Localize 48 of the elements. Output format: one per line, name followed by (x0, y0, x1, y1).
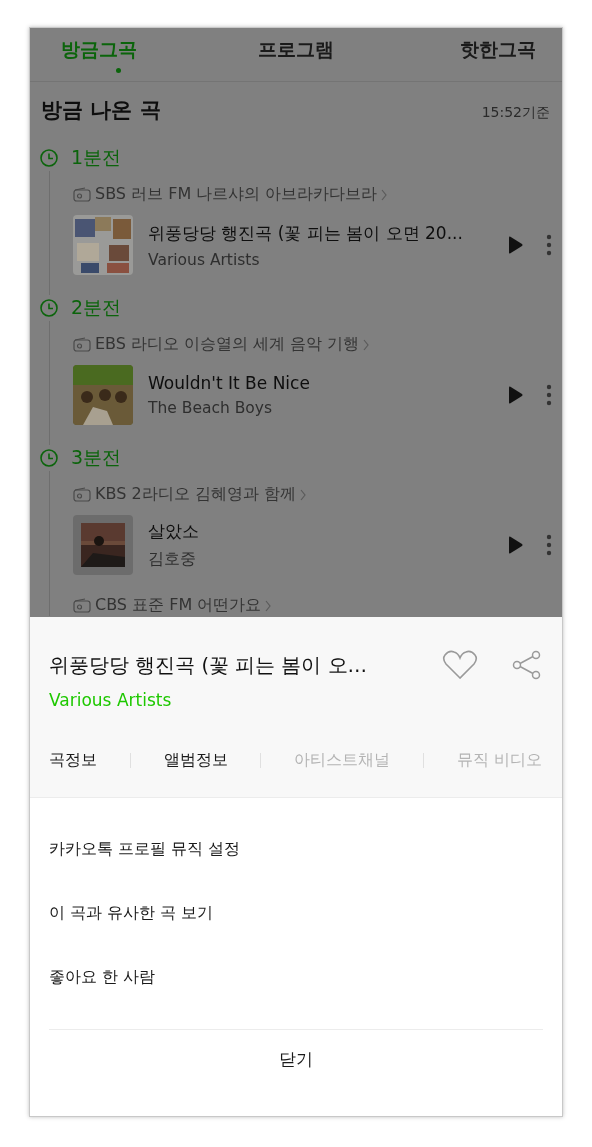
program-link[interactable]: KBS 2라디오 김혜영과 함께 (95, 484, 296, 505)
tab[interactable]: 핫한그곡 (384, 28, 562, 81)
heart-icon (442, 650, 478, 680)
time-ago: 2분전 (71, 295, 122, 320)
play-button[interactable] (507, 386, 524, 404)
artist-name: Various Artists (148, 250, 261, 269)
share-icon (512, 650, 542, 680)
info-link[interactable]: 앨범정보 (163, 750, 228, 771)
close-button[interactable]: 닫기 (279, 1030, 313, 1089)
play-icon (507, 536, 524, 554)
play-icon (507, 236, 524, 254)
program-link[interactable]: CBS 표준 FM 어떤가요 (95, 595, 262, 616)
info-link[interactable]: 곡정보 (49, 750, 97, 771)
artist-name: The Beach Boys (148, 399, 274, 417)
radio-icon (73, 598, 91, 613)
play-button[interactable] (507, 236, 524, 254)
song-title[interactable]: 위풍당당 행진곡 (꽃 피는 봄이 오면 20... (148, 221, 499, 245)
radio-icon (73, 487, 91, 502)
song-title[interactable]: 살았소 (148, 520, 499, 543)
more-button[interactable] (546, 234, 552, 256)
program-link[interactable]: EBS 라디오 이승열의 세계 음악 기행 (95, 334, 360, 355)
menu-item[interactable]: 이 곡과 유사한 곡 보기 (49, 887, 543, 951)
more-button[interactable] (546, 384, 552, 406)
more-icon (546, 384, 552, 406)
chevron-icon (381, 188, 388, 201)
chevron-icon (363, 338, 370, 351)
share-button[interactable] (512, 650, 542, 680)
play-button[interactable] (507, 536, 524, 554)
updated-time: 15:52기준 (481, 104, 550, 122)
section-title: 방금 나온 곡 (41, 97, 161, 124)
radio-icon (73, 187, 91, 202)
play-icon (507, 386, 524, 404)
menu-item[interactable]: 카카오톡 프로필 뮤직 설정 (49, 823, 543, 887)
chevron-icon (265, 599, 272, 612)
artist-name: 김호중 (148, 549, 197, 570)
chevron-icon (299, 488, 306, 501)
song-title: 위풍당당 행진곡 (꽃 피는 봄이 오… (49, 652, 369, 679)
more-button[interactable] (546, 534, 552, 556)
time-ago: 3분전 (71, 445, 122, 470)
radio-icon (73, 337, 91, 352)
song-title[interactable]: Wouldn't It Be Nice (148, 373, 499, 393)
like-button[interactable] (442, 650, 478, 680)
menu-item[interactable]: 좋아요 한 사람 (49, 951, 543, 1015)
program-link[interactable]: SBS 러브 FM 나르샤의 아브라카다브라 (95, 184, 378, 205)
time-ago: 1분전 (71, 145, 122, 170)
more-icon (546, 534, 552, 556)
more-icon (546, 234, 552, 256)
tab[interactable]: 프로그램 (207, 28, 385, 81)
